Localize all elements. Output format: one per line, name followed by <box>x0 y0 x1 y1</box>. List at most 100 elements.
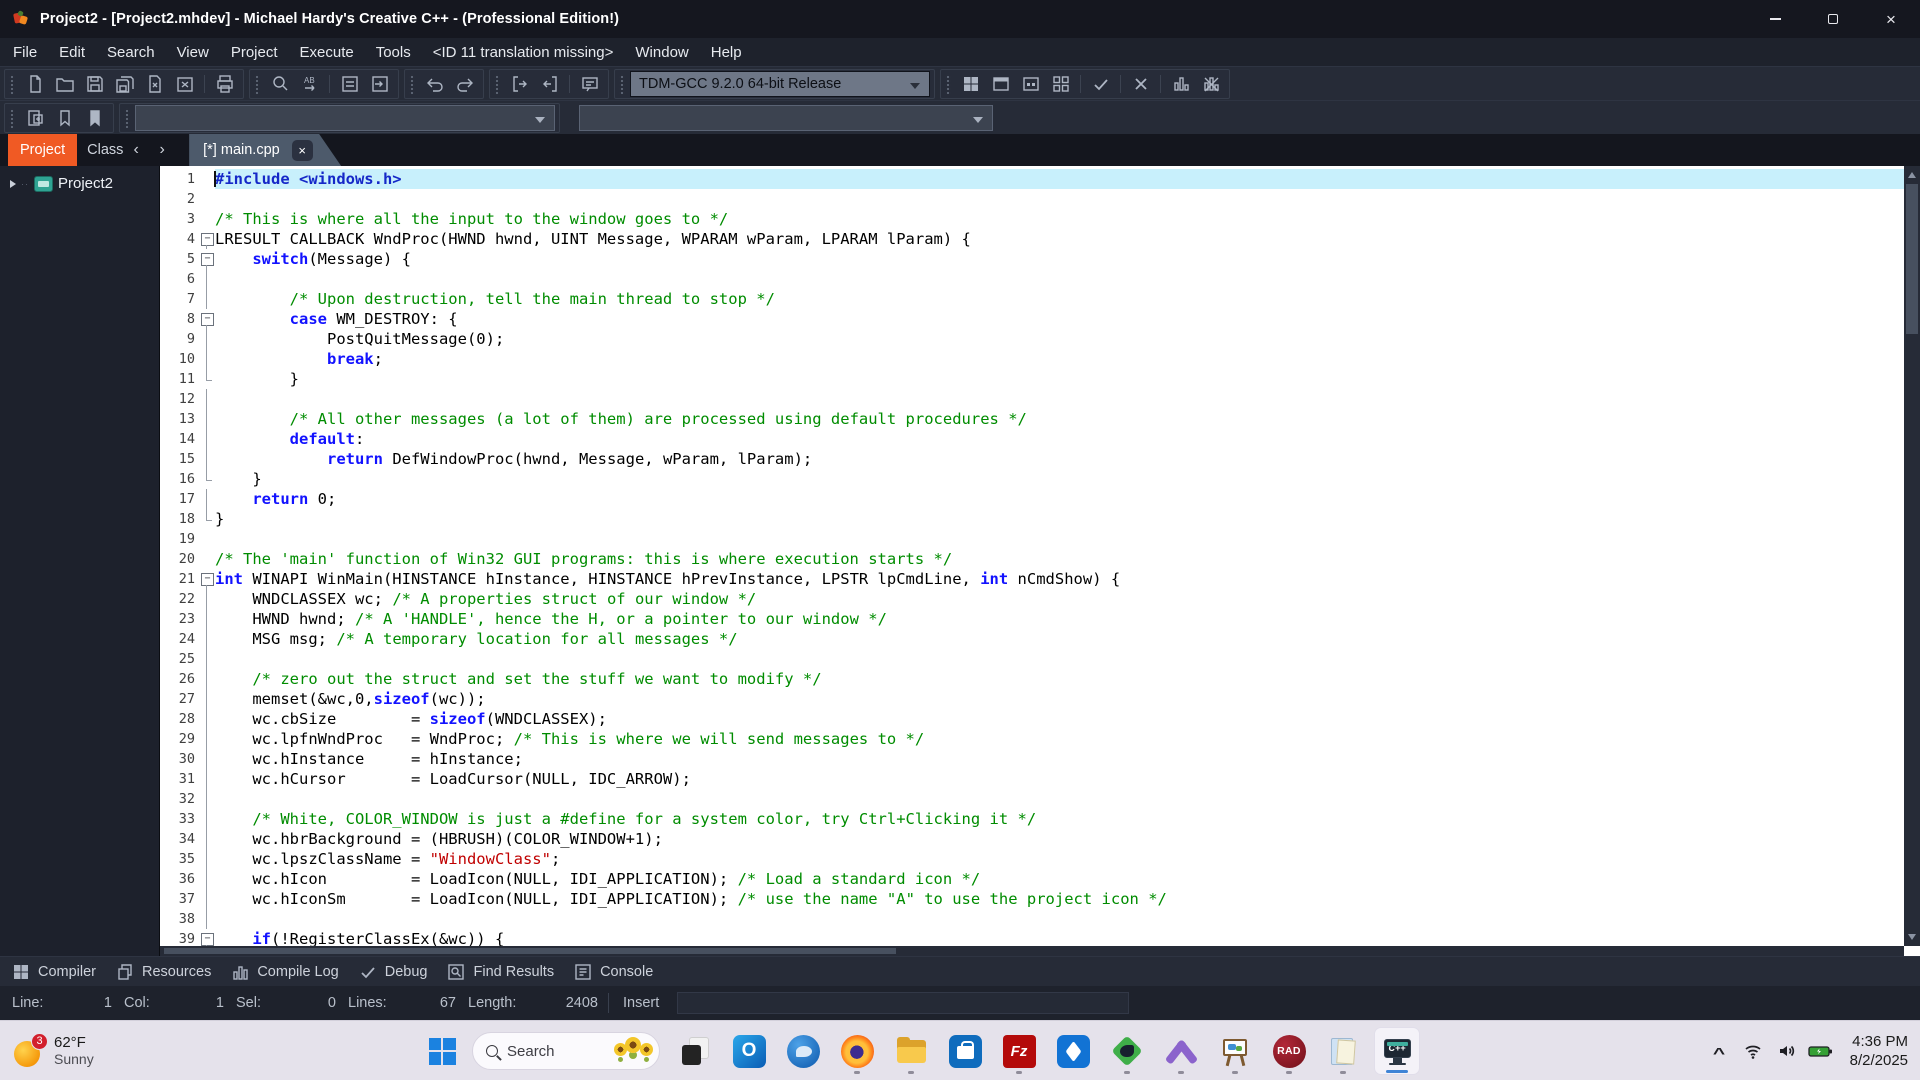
code-line-15[interactable]: 15 return DefWindowProc(hwnd, Message, w… <box>160 449 1904 469</box>
code-line-23[interactable]: 23 HWND hwnd; /* A 'HANDLE', hence the H… <box>160 609 1904 629</box>
taskbar-clock[interactable]: 4:36 PM 8/2/2025 <box>1840 1032 1908 1070</box>
vertical-scrollbar[interactable] <box>1904 166 1920 946</box>
replace-button[interactable]: AB <box>295 71 324 97</box>
code-text[interactable]: wc.lpfnWndProc = WndProc; /* This is whe… <box>215 729 1904 749</box>
panel-tab-project[interactable]: Project <box>8 134 78 166</box>
print-button[interactable] <box>210 71 239 97</box>
taskbar-app-filezilla[interactable]: Fz <box>996 1027 1042 1075</box>
member-combo[interactable] <box>579 104 993 131</box>
code-line-35[interactable]: 35 wc.lpszClassName = "WindowClass"; <box>160 849 1904 869</box>
fold-toggle-icon[interactable] <box>198 229 215 249</box>
code-text[interactable]: /* This is where all the input to the wi… <box>215 209 1904 229</box>
code-text[interactable] <box>215 189 1904 209</box>
menu-file[interactable]: File <box>2 44 48 61</box>
close-all-button[interactable] <box>170 71 199 97</box>
code-line-18[interactable]: 18} <box>160 509 1904 529</box>
code-text[interactable]: } <box>215 369 1904 389</box>
class-combo[interactable] <box>135 104 555 131</box>
wifi-icon[interactable] <box>1738 1033 1768 1069</box>
code-line-5[interactable]: 5 switch(Message) { <box>160 249 1904 269</box>
code-text[interactable]: wc.hCursor = LoadCursor(NULL, IDC_ARROW)… <box>215 769 1904 789</box>
taskbar-app-rad-studio[interactable]: RAD <box>1266 1027 1312 1075</box>
code-text[interactable]: memset(&wc,0,sizeof(wc)); <box>215 689 1904 709</box>
code-line-9[interactable]: 9 PostQuitMessage(0); <box>160 329 1904 349</box>
toggle-bookmark-button[interactable] <box>50 105 79 131</box>
code-line-28[interactable]: 28 wc.cbSize = sizeof(WNDCLASSEX); <box>160 709 1904 729</box>
code-line-38[interactable]: 38 <box>160 909 1904 929</box>
menu-search[interactable]: Search <box>96 44 166 61</box>
code-lines[interactable]: 1 #include <windows.h> 2 3/* This is where … <box>160 166 1904 946</box>
tab-console[interactable]: Console <box>568 957 667 986</box>
scroll-down-icon[interactable] <box>1908 934 1916 940</box>
run-button[interactable] <box>986 71 1015 97</box>
code-line-29[interactable]: 29 wc.lpfnWndProc = WndProc; /* This is … <box>160 729 1904 749</box>
code-line-27[interactable]: 27 memset(&wc,0,sizeof(wc)); <box>160 689 1904 709</box>
editor-tab-main-cpp[interactable]: [*] main.cpp × <box>189 134 341 166</box>
code-text[interactable] <box>215 789 1904 809</box>
taskbar-app-blue[interactable] <box>1050 1027 1096 1075</box>
save-all-button[interactable] <box>110 71 139 97</box>
comment-button[interactable] <box>575 71 604 97</box>
rebuild-all-button[interactable] <box>1046 71 1075 97</box>
code-line-30[interactable]: 30 wc.hInstance = hInstance; <box>160 749 1904 769</box>
code-text[interactable] <box>215 909 1904 929</box>
code-text[interactable] <box>215 389 1904 409</box>
code-text[interactable]: switch(Message) { <box>215 249 1904 269</box>
code-line-33[interactable]: 33 /* White, COLOR_WINDOW is just a #def… <box>160 809 1904 829</box>
close-file-button[interactable] <box>140 71 169 97</box>
code-line-26[interactable]: 26 /* zero out the struct and set the st… <box>160 669 1904 689</box>
code-text[interactable]: wc.hInstance = hInstance; <box>215 749 1904 769</box>
profile-button[interactable] <box>1166 71 1195 97</box>
code-line-6[interactable]: 6 <box>160 269 1904 289</box>
fold-toggle-icon[interactable] <box>198 929 215 946</box>
code-line-13[interactable]: 13 /* All other messages (a lot of them)… <box>160 409 1904 429</box>
menu-project[interactable]: Project <box>220 44 289 61</box>
start-button[interactable] <box>420 1029 464 1073</box>
taskbar-app-creative-cpp[interactable]: C++ <box>1374 1027 1420 1075</box>
code-text[interactable]: int WINAPI WinMain(HINSTANCE hInstance, … <box>215 569 1904 589</box>
open-file-button[interactable] <box>50 71 79 97</box>
code-text[interactable]: } <box>215 509 1904 529</box>
toolbar-grip[interactable] <box>124 107 130 128</box>
code-text[interactable]: /* White, COLOR_WINDOW is just a #define… <box>215 809 1904 829</box>
code-line-11[interactable]: 11 } <box>160 369 1904 389</box>
minimize-button[interactable] <box>1746 0 1804 38</box>
search-box[interactable]: Search <box>472 1032 660 1070</box>
taskbar-app-desktop[interactable] <box>672 1027 718 1075</box>
code-text[interactable]: WNDCLASSEX wc; /* A properties struct of… <box>215 589 1904 609</box>
tab-close-icon[interactable]: × <box>292 140 313 161</box>
save-button[interactable] <box>80 71 109 97</box>
scroll-up-icon[interactable] <box>1908 172 1916 178</box>
code-line-20[interactable]: 20 /* The 'main' function of Win32 GUI pr… <box>160 549 1904 569</box>
code-text[interactable]: break; <box>215 349 1904 369</box>
horizontal-scrollbar[interactable] <box>160 946 1904 956</box>
volume-icon[interactable] <box>1772 1033 1802 1069</box>
code-text[interactable]: MSG msg; /* A temporary location for all… <box>215 629 1904 649</box>
menu-edit[interactable]: Edit <box>48 44 96 61</box>
tree-expand-arrow-icon[interactable] <box>10 179 16 188</box>
toolbar-grip[interactable] <box>9 73 15 94</box>
code-line-21[interactable]: 21 int WINAPI WinMain(HINSTANCE hInstance… <box>160 569 1904 589</box>
code-line-34[interactable]: 34 wc.hbrBackground = (HBRUSH)(COLOR_WIN… <box>160 829 1904 849</box>
code-text[interactable]: return DefWindowProc(hwnd, Message, wPar… <box>215 449 1904 469</box>
code-line-24[interactable]: 24 MSG msg; /* A temporary location for … <box>160 629 1904 649</box>
code-text[interactable] <box>215 649 1904 669</box>
code-line-31[interactable]: 31 wc.hCursor = LoadCursor(NULL, IDC_ARR… <box>160 769 1904 789</box>
code-text[interactable]: wc.lpszClassName = "WindowClass"; <box>215 849 1904 869</box>
code-line-2[interactable]: 2 <box>160 189 1904 209</box>
toolbar-grip[interactable] <box>254 73 260 94</box>
menu-execute[interactable]: Execute <box>289 44 365 61</box>
code-text[interactable]: default: <box>215 429 1904 449</box>
goto-line-button[interactable] <box>335 71 364 97</box>
code-line-39[interactable]: 39 if(!RegisterClassEx(&wc)) { <box>160 929 1904 946</box>
code-text[interactable]: } <box>215 469 1904 489</box>
code-text[interactable]: PostQuitMessage(0); <box>215 329 1904 349</box>
goto-bookmark-button[interactable] <box>80 105 109 131</box>
tab-resources[interactable]: Resources <box>110 957 225 986</box>
taskbar-app-firefox[interactable] <box>834 1027 880 1075</box>
menu-id-11-translation-missing[interactable]: <ID 11 translation missing> <box>422 44 625 61</box>
code-text[interactable]: /* All other messages (a lot of them) ar… <box>215 409 1904 429</box>
abort-compilation-button[interactable] <box>1126 71 1155 97</box>
code-text[interactable]: /* Upon destruction, tell the main threa… <box>215 289 1904 309</box>
code-text[interactable]: HWND hwnd; /* A 'HANDLE', hence the H, o… <box>215 609 1904 629</box>
